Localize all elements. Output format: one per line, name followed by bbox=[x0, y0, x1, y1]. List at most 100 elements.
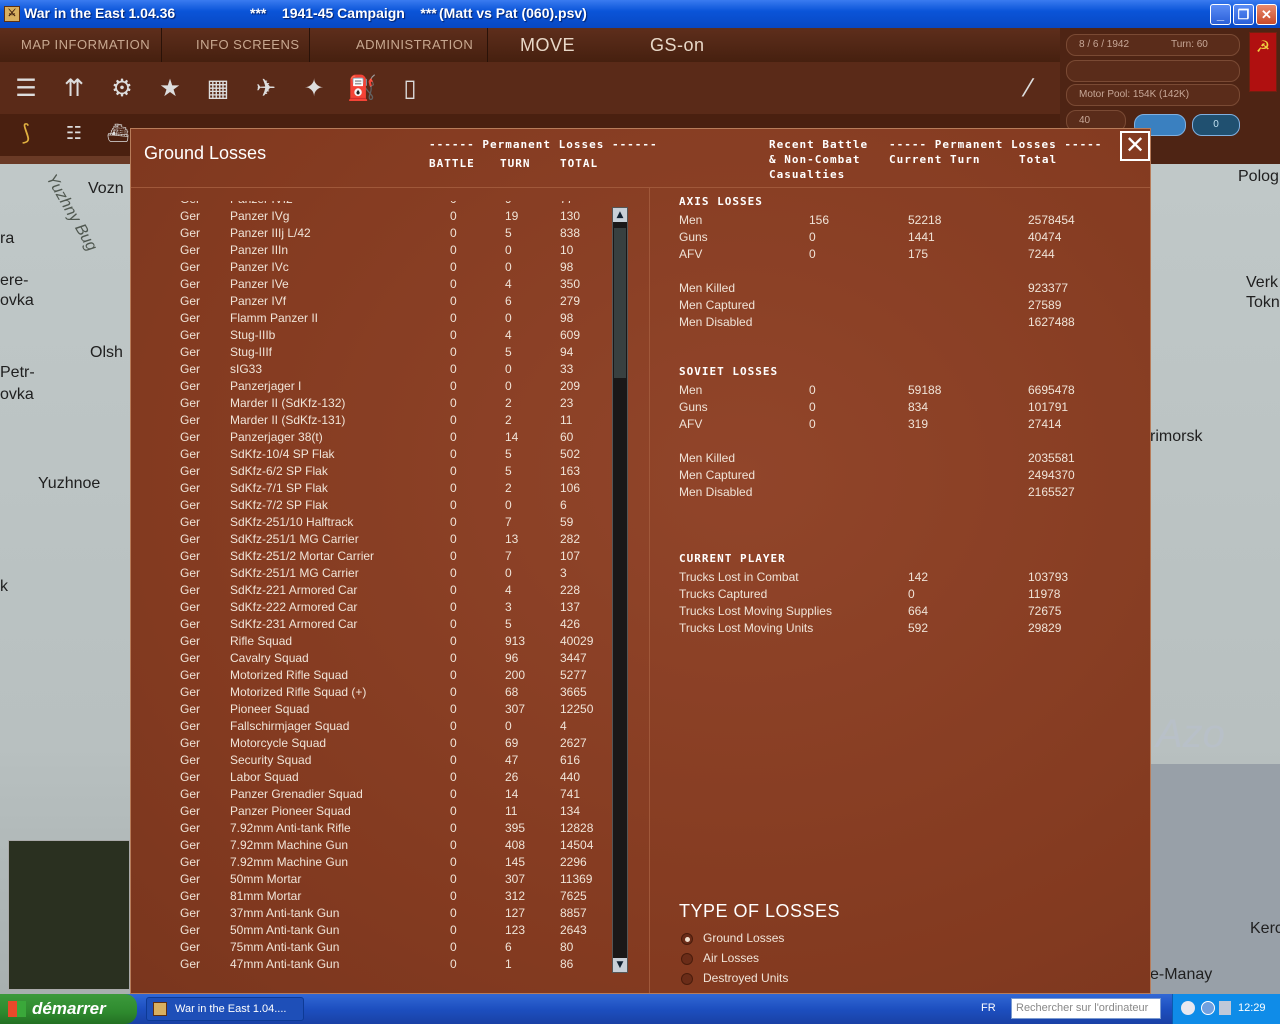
loss-row[interactable]: Ger 75mm Anti-tank Gun 0 6 80 bbox=[131, 940, 611, 957]
maximize-button[interactable]: ❐ bbox=[1233, 4, 1254, 25]
row-battle: 0 bbox=[450, 889, 457, 903]
air-losses-label[interactable]: Air Losses bbox=[703, 951, 759, 965]
loss-row[interactable]: Ger SdKfz-7/1 SP Flak 0 2 106 bbox=[131, 481, 611, 498]
loss-row[interactable]: Ger Motorized Rifle Squad 0 200 5277 bbox=[131, 668, 611, 685]
loss-row[interactable]: Ger Labor Squad 0 26 440 bbox=[131, 770, 611, 787]
loss-row[interactable]: Ger Marder II (SdKfz-132) 0 2 23 bbox=[131, 396, 611, 413]
row-nationality: Ger bbox=[180, 702, 201, 716]
taskbar-app-button[interactable]: War in the East 1.04.... bbox=[146, 997, 304, 1021]
mini-map[interactable] bbox=[8, 840, 130, 990]
network-icon[interactable] bbox=[1201, 1001, 1215, 1015]
loss-row[interactable]: Ger SdKfz-231 Armored Car 0 5 426 bbox=[131, 617, 611, 634]
loss-row[interactable]: Ger 47mm Anti-tank Gun 0 1 86 bbox=[131, 957, 611, 974]
language-indicator[interactable]: FR bbox=[981, 1002, 996, 1014]
back-icon[interactable] bbox=[1181, 1001, 1195, 1015]
dialog-close-button[interactable]: ✕ bbox=[1120, 131, 1150, 161]
loss-row[interactable]: Ger Panzer Pioneer Squad 0 11 134 bbox=[131, 804, 611, 821]
ground-losses-label[interactable]: Ground Losses bbox=[703, 931, 784, 945]
tab-move[interactable]: MOVE bbox=[520, 28, 575, 62]
fuel-icon[interactable]: ⛽ bbox=[344, 68, 380, 108]
loss-row[interactable]: Ger SdKfz-7/2 SP Flak 0 0 6 bbox=[131, 498, 611, 515]
tab-info-screens[interactable]: INFO SCREENS bbox=[162, 28, 310, 62]
loss-row[interactable]: Ger Stug-IIIf 0 5 94 bbox=[131, 345, 611, 362]
row-nationality: Ger bbox=[180, 668, 201, 682]
loss-row[interactable]: Ger Panzer IVe 0 4 350 bbox=[131, 277, 611, 294]
loss-row[interactable]: Ger Rifle Squad 0 913 40029 bbox=[131, 634, 611, 651]
loss-row[interactable]: Ger Panzer IIIj L/42 0 5 838 bbox=[131, 226, 611, 243]
row-nationality: Ger bbox=[180, 396, 201, 410]
loss-row[interactable]: Ger Stug-IIIb 0 4 609 bbox=[131, 328, 611, 345]
loss-row[interactable]: Ger Panzer IIIn 0 0 10 bbox=[131, 243, 611, 260]
stack-icon[interactable]: ☰ bbox=[8, 68, 44, 108]
loss-row[interactable]: Ger Fallschirmjager Squad 0 0 4 bbox=[131, 719, 611, 736]
scroll-thumb[interactable] bbox=[614, 228, 626, 378]
loss-row[interactable]: Ger SdKfz-251/1 MG Carrier 0 13 282 bbox=[131, 532, 611, 549]
pencil-icon[interactable]: ⁄ bbox=[1010, 68, 1046, 108]
loss-row[interactable]: Ger 81mm Mortar 0 312 7625 bbox=[131, 889, 611, 906]
loss-row[interactable]: Ger Panzer IVf 0 6 279 bbox=[131, 294, 611, 311]
air-icon[interactable]: ✈ bbox=[248, 68, 284, 108]
row-turn: 408 bbox=[505, 838, 526, 852]
units-icon[interactable]: ⇈ bbox=[56, 68, 92, 108]
minimize-button[interactable]: _ bbox=[1210, 4, 1231, 25]
tab-map-information[interactable]: MAP INFORMATION bbox=[0, 28, 162, 62]
radio-ground-losses[interactable] bbox=[681, 933, 693, 945]
row-total: 137 bbox=[560, 600, 581, 614]
loss-row[interactable]: Ger SdKfz-251/1 MG Carrier 0 0 3 bbox=[131, 566, 611, 583]
loss-row[interactable]: Ger Motorcycle Squad 0 69 2627 bbox=[131, 736, 611, 753]
loss-row[interactable]: Ger Pioneer Squad 0 307 12250 bbox=[131, 702, 611, 719]
close-window-button[interactable]: ✕ bbox=[1256, 4, 1277, 25]
loss-row[interactable]: Ger 50mm Anti-tank Gun 0 123 2643 bbox=[131, 923, 611, 940]
radio-air-losses[interactable] bbox=[681, 953, 693, 965]
loss-row[interactable]: Ger 7.92mm Machine Gun 0 408 14504 bbox=[131, 838, 611, 855]
desktop-search-input[interactable]: Rechercher sur l'ordinateur bbox=[1011, 998, 1161, 1019]
loss-row[interactable]: Ger Panzer IVf2 0 9 77 bbox=[131, 201, 611, 209]
loss-row[interactable]: Ger 50mm Mortar 0 307 11369 bbox=[131, 872, 611, 889]
loss-row[interactable]: Ger Panzer IVg 0 19 130 bbox=[131, 209, 611, 226]
f1-path-icon[interactable]: ⟆ bbox=[8, 114, 44, 154]
loss-row[interactable]: Ger sIG33 0 0 33 bbox=[131, 362, 611, 379]
gear-icon[interactable]: ⚙ bbox=[104, 68, 140, 108]
tab-administration[interactable]: ADMINISTRATION bbox=[310, 28, 488, 62]
hex-map-icon[interactable]: ▦ bbox=[200, 68, 236, 108]
loss-row[interactable]: Ger SdKfz-222 Armored Car 0 3 137 bbox=[131, 600, 611, 617]
loss-row[interactable]: Ger SdKfz-6/2 SP Flak 0 5 163 bbox=[131, 464, 611, 481]
f2-rail-icon[interactable]: ☷ bbox=[56, 114, 92, 154]
soviet-afv-total: 27414 bbox=[1028, 417, 1062, 431]
type-of-losses-title: TYPE OF LOSSES bbox=[679, 901, 841, 921]
loss-row[interactable]: Ger 37mm Anti-tank Gun 0 127 8857 bbox=[131, 906, 611, 923]
soviet-losses-section: SOVIET LOSSES Men 0 59188 6695478 Guns 0… bbox=[679, 365, 1139, 505]
loss-row[interactable]: Ger SdKfz-251/2 Mortar Carrier 0 7 107 bbox=[131, 549, 611, 566]
loss-row[interactable]: Ger Panzer IVc 0 0 98 bbox=[131, 260, 611, 277]
loss-row[interactable]: Ger Flamm Panzer II 0 0 98 bbox=[131, 311, 611, 328]
start-button[interactable]: démarrer bbox=[0, 994, 137, 1024]
list-scrollbar[interactable]: ▲ ▼ bbox=[612, 207, 628, 973]
tab-gs-on[interactable]: GS-on bbox=[650, 28, 705, 62]
loss-row[interactable]: Ger Cavalry Squad 0 96 3447 bbox=[131, 651, 611, 668]
radio-destroyed-units[interactable] bbox=[681, 973, 693, 985]
loss-row[interactable]: Ger 7.92mm Anti-tank Rifle 0 395 12828 bbox=[131, 821, 611, 838]
depot-icon[interactable]: ▯ bbox=[392, 68, 428, 108]
loss-row[interactable]: Ger Panzerjager I 0 0 209 bbox=[131, 379, 611, 396]
loss-row[interactable]: Ger Security Squad 0 47 616 bbox=[131, 753, 611, 770]
loss-row[interactable]: Ger 7.92mm Machine Gun 0 145 2296 bbox=[131, 855, 611, 872]
row-turn: 68 bbox=[505, 685, 519, 699]
value-0-box[interactable]: 0 bbox=[1192, 114, 1240, 136]
loss-row[interactable]: Ger Motorized Rifle Squad (+) 0 68 3665 bbox=[131, 685, 611, 702]
ground-loss-list[interactable]: GerPanzer IVf20977GerPanzer IVg019130Ger… bbox=[131, 201, 611, 975]
scroll-up-arrow-icon[interactable]: ▲ bbox=[613, 208, 627, 222]
row-unit-name: Panzer IVg bbox=[230, 209, 290, 223]
loss-row[interactable]: Ger SdKfz-221 Armored Car 0 4 228 bbox=[131, 583, 611, 600]
row-battle: 0 bbox=[450, 583, 457, 597]
destroyed-units-label[interactable]: Destroyed Units bbox=[703, 971, 788, 985]
loss-row[interactable]: Ger Marder II (SdKfz-131) 0 2 11 bbox=[131, 413, 611, 430]
row-total: 5277 bbox=[560, 668, 587, 682]
loss-row[interactable]: Ger Panzerjager 38(t) 0 14 60 bbox=[131, 430, 611, 447]
loss-row[interactable]: Ger SdKfz-10/4 SP Flak 0 5 502 bbox=[131, 447, 611, 464]
volume-icon[interactable] bbox=[1219, 1001, 1231, 1015]
star-icon[interactable]: ★ bbox=[152, 68, 188, 108]
loss-row[interactable]: Ger Panzer Grenadier Squad 0 14 741 bbox=[131, 787, 611, 804]
scroll-down-arrow-icon[interactable]: ▼ bbox=[613, 958, 627, 972]
loss-row[interactable]: Ger SdKfz-251/10 Halftrack 0 7 59 bbox=[131, 515, 611, 532]
bomb-icon[interactable]: ✦ bbox=[296, 68, 332, 108]
